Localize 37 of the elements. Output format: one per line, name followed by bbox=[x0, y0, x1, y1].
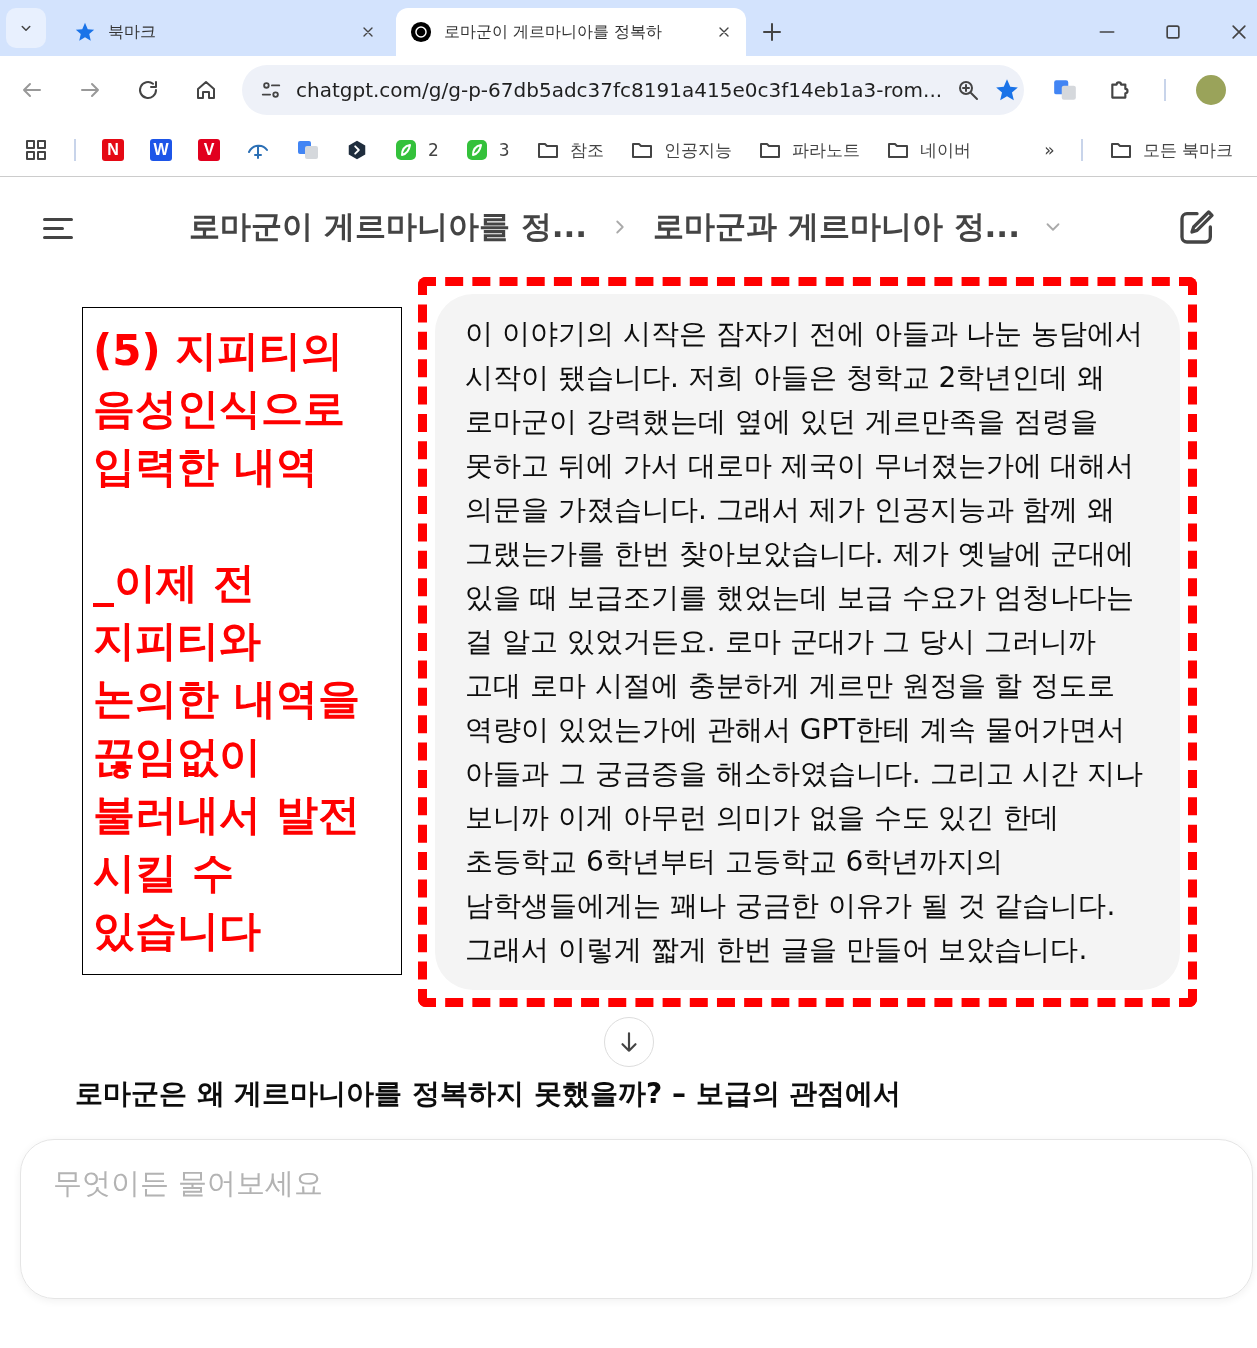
site-favicon[interactable]: V bbox=[198, 139, 220, 161]
edit-icon[interactable] bbox=[1177, 207, 1217, 247]
annotation-text: _이제 전 지피티와 논의한 내역을 끊임없이 불러내서 발전 시킬 수 있습니다 bbox=[93, 557, 361, 957]
bookmark-folder[interactable]: 파라노트 bbox=[757, 138, 860, 162]
bookmark-folder[interactable]: 참조 bbox=[535, 138, 604, 162]
leaf-icon bbox=[394, 138, 418, 162]
prompt-input[interactable]: 무엇이든 물어보세요 bbox=[53, 1166, 1220, 1200]
more-bookmarks-button[interactable]: » bbox=[1044, 140, 1055, 160]
bookmark-folder[interactable]: 인공지능 bbox=[629, 138, 732, 162]
annotation-text: (5) 지피티의 음성인식으로 입력한 내역 bbox=[93, 325, 346, 493]
breadcrumb-link[interactable]: 로마군과 게르마니아 정... bbox=[653, 206, 1020, 248]
bookmark-item[interactable]: 2 bbox=[394, 138, 439, 162]
site-favicon[interactable]: N bbox=[102, 139, 124, 161]
star-icon bbox=[74, 21, 96, 43]
reload-icon[interactable] bbox=[136, 78, 160, 102]
user-message: 이 이야기의 시작은 잠자기 전에 아들과 나눈 농담에서 시작이 됐습니다. 저희 아들은 청학교 2학년인데 왜 로마군이 강력했는데 옆에 있던 게르만족을 점령을 못하고 뒤에 가서 대로마 제국이 무너졌는가에 대해서 의문을 가졌습니다. 그래서 제가 인공지능과 함께 왜 그랬는가를 한번 찾아보았습니다. 제가 옛날에 군대에 있을 때 보급조기를 했었는데 보급 수요가 엄청나다는 걸 알고 있었거든요. 로마 군대가 그 당시 그러니까 고대 로마 시절에 충분하게 게르만 원정을 할 정도로 역량이 있었는가에 관해서 GPT한테 계속 물어가면서 아들과 그 궁금증을 해소하였습니다. 그리고 시간 지나 보니까 이게 아무런 의미가 없을 수도 있긴 한데 초등학교 6학년부터 고등학교 6학년까지의 남학생들에게는 꽤나 궁금한 이유가 될 것 같습니다. 그래서 이렇게 짧게 한번 글을 만들어 보았습니다. bbox=[435, 294, 1180, 990]
breadcrumb-link[interactable]: 로마군이 게르마니아를 정... bbox=[189, 206, 587, 248]
bookmark-folder[interactable]: 네이버 bbox=[885, 138, 971, 162]
home-icon[interactable] bbox=[194, 78, 218, 102]
browser-tab[interactable]: 북마크 bbox=[60, 8, 390, 56]
browser-tab[interactable]: 로마군이 게르마니아를 정복하 bbox=[396, 8, 746, 56]
leaf-icon bbox=[464, 138, 489, 162]
response-heading: 로마군은 왜 게르마니아를 정복하지 못했을까? – 보급의 관점에서 bbox=[75, 1076, 902, 1112]
maximize-icon[interactable] bbox=[1163, 22, 1183, 42]
address-bar[interactable]: chatgpt.com/g/g-p-67db5adc37fc8191a415e0c3f14eb1a3-rom... bbox=[242, 65, 1024, 115]
hexagon-icon[interactable] bbox=[346, 139, 368, 161]
site-info-icon[interactable] bbox=[260, 79, 282, 101]
close-icon[interactable] bbox=[1229, 22, 1249, 42]
apps-grid-icon[interactable] bbox=[24, 138, 48, 162]
plus-icon[interactable] bbox=[760, 20, 784, 44]
site-favicon[interactable]: W bbox=[150, 139, 172, 161]
scroll-down-button[interactable] bbox=[603, 1017, 654, 1067]
zoom-icon[interactable] bbox=[956, 78, 981, 102]
star-icon[interactable] bbox=[994, 77, 1021, 103]
bookmark-item[interactable]: 3 bbox=[464, 138, 510, 162]
bookmark-folder[interactable]: 모든 북마크 bbox=[1108, 138, 1233, 162]
profile-avatar[interactable] bbox=[1196, 75, 1226, 105]
